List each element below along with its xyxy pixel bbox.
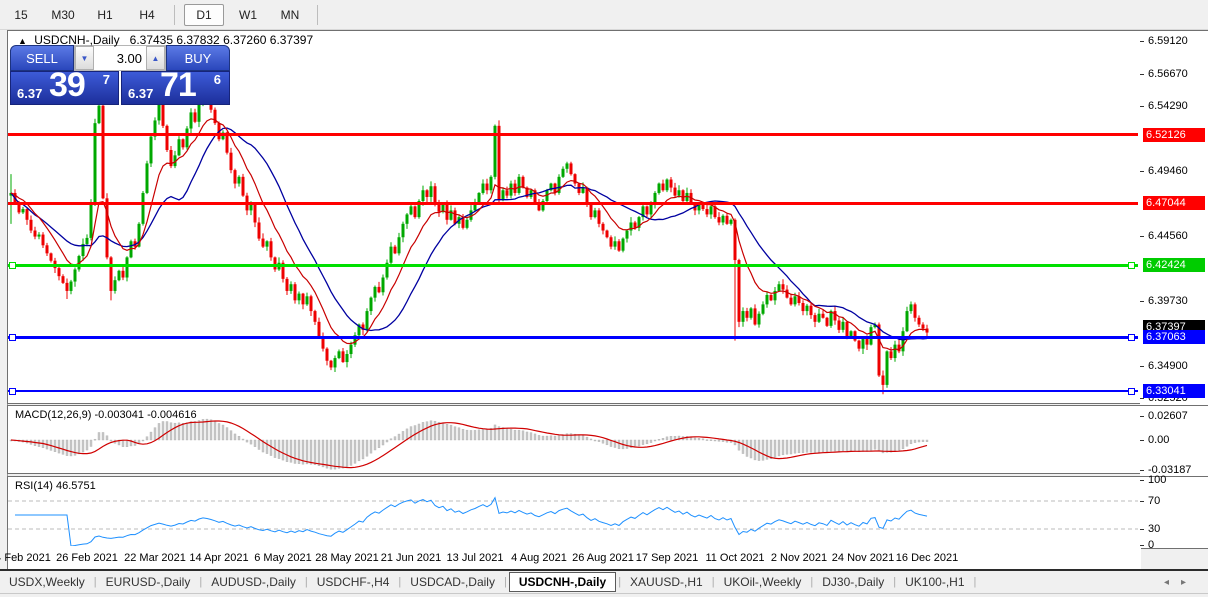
- line-handle[interactable]: [9, 334, 16, 341]
- level-price-tag: 6.52126: [1143, 128, 1205, 142]
- timeframe-button-h1[interactable]: H1: [87, 4, 123, 26]
- chart-symbol-label: USDCNH-,Daily: [34, 33, 120, 47]
- date-axis-label: 24 Nov 2021: [831, 552, 895, 564]
- chart-tab-ukoilweekly[interactable]: UKOil-,Weekly: [715, 573, 811, 591]
- date-axis-label: 14 Apr 2021: [189, 552, 249, 564]
- date-axis-label: 17 Sep 2021: [635, 552, 699, 564]
- rsi-title: RSI(14) 46.5751: [15, 480, 96, 492]
- rsi-indicator-panel[interactable]: RSI(14) 46.5751: [7, 476, 1141, 549]
- date-axis-label: 4 Aug 2021: [511, 552, 567, 564]
- axis-tick-label: 6.54290: [1148, 100, 1188, 112]
- date-axis-label: 2 Nov 2021: [770, 552, 828, 564]
- chart-tab-uk100h1[interactable]: UK100-,H1: [896, 573, 973, 591]
- date-axis-label: 26 Aug 2021: [572, 552, 634, 564]
- bid-prefix: 6.37: [17, 86, 43, 101]
- level-price-tag: 6.37063: [1143, 330, 1205, 344]
- ask-price-display[interactable]: 6.37 71 6: [121, 66, 230, 105]
- bid-pip-digit: 7: [102, 72, 110, 87]
- date-axis-label: 22 Mar 2021: [124, 552, 186, 564]
- bid-price-display[interactable]: 6.37 39 7: [10, 66, 119, 105]
- axis-tick-label: 30: [1148, 523, 1161, 535]
- date-axis-label: 28 May 2021: [315, 552, 379, 564]
- timeframe-button-d1[interactable]: D1: [184, 3, 224, 26]
- timeframe-button-w1[interactable]: W1: [230, 4, 266, 26]
- trading-terminal-window: 15 M30 H1 H4 D1 W1 MN ▲ USDCNH-,Daily 6.37435 …: [0, 0, 1208, 597]
- collapse-triangle-icon[interactable]: ▲: [18, 36, 27, 46]
- macd-title: MACD(12,26,9) -0.003041 -0.004616: [15, 409, 197, 421]
- chart-tab-usdxweekly[interactable]: USDX,Weekly: [0, 573, 94, 591]
- price-level-line[interactable]: [8, 202, 1138, 205]
- ask-big-digits: 71: [160, 66, 197, 104]
- ask-pip-digit: 6: [213, 72, 221, 87]
- one-click-trading-widget: SELL ▼ ▲ BUY 6.37 39 7 6.37 71 6: [10, 45, 230, 105]
- axis-tick-label: 70: [1148, 495, 1161, 507]
- volume-spinner: ▼ ▲: [74, 45, 166, 71]
- date-axis-label: 16 Dec 2021: [895, 552, 959, 564]
- price-level-line[interactable]: [8, 334, 1138, 341]
- date-axis-label: 26 Feb 2021: [56, 552, 118, 564]
- time-axis[interactable]: 4 Feb 2021 26 Feb 2021 22 Mar 2021 14 Apr 2…: [0, 548, 1141, 569]
- line-handle[interactable]: [9, 387, 16, 395]
- chart-tab-xauusdh1[interactable]: XAUUSD-,H1: [621, 573, 712, 591]
- line-handle[interactable]: [1128, 334, 1135, 341]
- timeframe-toolbar: 15 M30 H1 H4 D1 W1 MN: [0, 0, 1208, 30]
- price-level-line[interactable]: [8, 262, 1138, 269]
- price-level-line[interactable]: [8, 387, 1138, 395]
- bid-big-digits: 39: [49, 66, 86, 104]
- chart-tab-eurusddaily[interactable]: EURUSD-,Daily: [97, 573, 200, 591]
- axis-tick-label: 6.39730: [1148, 295, 1188, 307]
- axis-tick-label: 6.56670: [1148, 68, 1188, 80]
- date-axis-label: 4 Feb 2021: [0, 552, 51, 564]
- timeframe-button-mn[interactable]: MN: [272, 4, 308, 26]
- price-chart-panel[interactable]: ▲ USDCNH-,Daily 6.37435 6.37832 6.37260 …: [7, 30, 1141, 404]
- axis-tick-label: 6.44560: [1148, 230, 1188, 242]
- axis-tick-label: 0.02607: [1148, 410, 1188, 422]
- axis-tick-label: 6.34900: [1148, 360, 1188, 372]
- price-level-line[interactable]: [8, 133, 1138, 136]
- axis-tick-label: 100: [1148, 474, 1167, 486]
- level-price-tag: 6.42424: [1143, 258, 1205, 272]
- tabs-scroll-right-button[interactable]: ▸: [1181, 577, 1198, 588]
- chart-ohlc-values: 6.37435 6.37832 6.37260 6.37397: [129, 33, 314, 47]
- timeframe-button-m30[interactable]: M30: [45, 4, 81, 26]
- tabs-scroll-left-button[interactable]: ◂: [1164, 577, 1181, 588]
- line-handle[interactable]: [1128, 262, 1135, 269]
- macd-indicator-panel[interactable]: MACD(12,26,9) -0.003041 -0.004616: [7, 405, 1141, 474]
- date-axis-label: 11 Oct 2021: [705, 552, 765, 564]
- chart-tab-bar: USDX,Weekly | EURUSD-,Daily | AUDUSD-,Daily |…: [0, 571, 1208, 594]
- date-axis-label: 21 Jun 2021: [380, 552, 442, 564]
- axis-tick-label: 0: [1148, 539, 1155, 551]
- date-axis-label: 6 May 2021: [254, 552, 312, 564]
- price-axis[interactable]: 6.59120 6.56670 6.54290 6.49460 6.44560 6.397…: [1140, 30, 1208, 551]
- chart-tab-dj30daily[interactable]: DJ30-,Daily: [813, 573, 893, 591]
- axis-tick-label: 6.49460: [1148, 165, 1188, 177]
- axis-tick-label: 0.00: [1148, 434, 1170, 446]
- date-axis-label: 13 Jul 2021: [446, 552, 504, 564]
- level-price-tag: 6.47044: [1143, 196, 1205, 210]
- level-price-tag: 6.33041: [1143, 384, 1205, 398]
- chart-tab-usdcnhdaily[interactable]: USDCNH-,Daily: [508, 572, 617, 592]
- chart-tab-usdchfh4[interactable]: USDCHF-,H4: [308, 573, 399, 591]
- ask-prefix: 6.37: [128, 86, 154, 101]
- axis-tick-label: 6.59120: [1148, 35, 1188, 47]
- timeframe-button-15[interactable]: 15: [3, 4, 39, 26]
- line-handle[interactable]: [9, 262, 16, 269]
- chart-tab-usdcaddaily[interactable]: USDCAD-,Daily: [401, 573, 504, 591]
- chart-tab-audusddaily[interactable]: AUDUSD-,Daily: [202, 573, 305, 591]
- timeframe-button-h4[interactable]: H4: [129, 4, 165, 26]
- chart-title: ▲ USDCNH-,Daily 6.37435 6.37832 6.37260 …: [18, 33, 313, 47]
- volume-input[interactable]: [94, 46, 146, 70]
- line-handle[interactable]: [1128, 387, 1135, 395]
